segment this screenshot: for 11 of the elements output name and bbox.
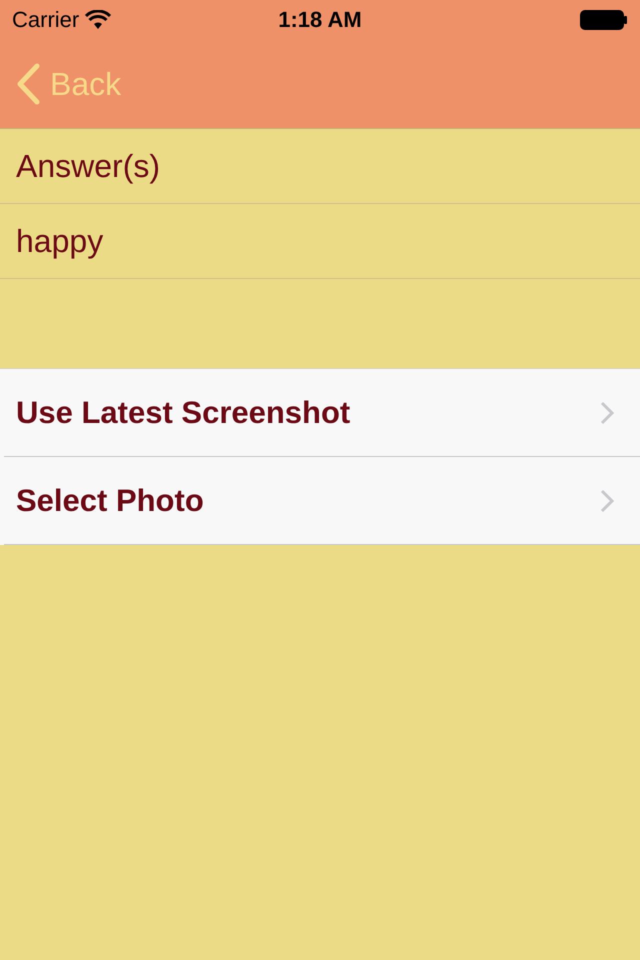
chevron-right-icon bbox=[600, 400, 614, 424]
answer-row: happy bbox=[0, 204, 640, 279]
action-row[interactable]: Select Photo bbox=[0, 457, 640, 544]
action-row[interactable]: Use Latest Screenshot bbox=[0, 369, 640, 456]
chevron-right-icon bbox=[600, 488, 614, 512]
chevron-left-icon bbox=[16, 63, 40, 105]
battery-icon bbox=[580, 10, 628, 30]
answer-row: Answer(s) bbox=[0, 129, 640, 204]
carrier-label: Carrier bbox=[12, 7, 112, 33]
wifi-icon bbox=[85, 10, 112, 30]
status-time: 1:18 AM bbox=[278, 7, 362, 33]
